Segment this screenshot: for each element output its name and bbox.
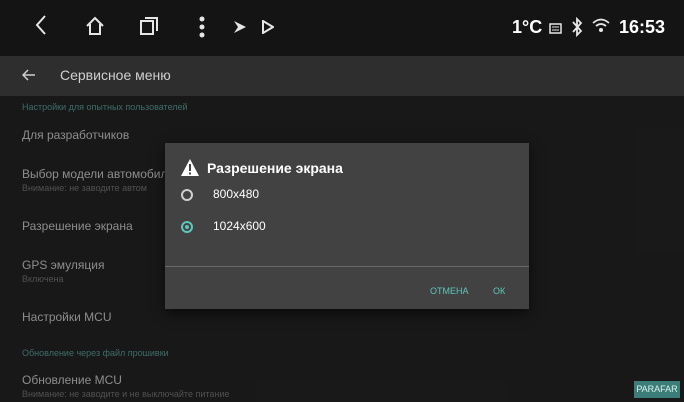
temperature-text: 1°C bbox=[512, 17, 543, 37]
bluetooth-icon bbox=[571, 16, 583, 42]
radio-option-1024x600[interactable]: 1024x600 bbox=[181, 215, 481, 241]
recent-apps-icon[interactable] bbox=[140, 17, 158, 40]
warning-icon bbox=[180, 158, 200, 178]
wifi-icon bbox=[592, 18, 610, 39]
radio-option-label: 800x480 bbox=[213, 187, 260, 201]
home-icon[interactable] bbox=[85, 16, 105, 41]
play-icon bbox=[262, 19, 275, 39]
ok-button[interactable]: ОК bbox=[493, 286, 505, 296]
clock: 16:53 bbox=[619, 17, 666, 37]
back-nav-icon[interactable] bbox=[34, 14, 48, 41]
radio-button-selected[interactable] bbox=[181, 221, 193, 233]
radio-option-label: 1024x600 bbox=[213, 219, 266, 233]
dialog-divider bbox=[165, 266, 529, 267]
message-icon bbox=[549, 21, 562, 39]
status-bar: 1°C 16:53 bbox=[0, 0, 684, 56]
more-vertical-icon[interactable] bbox=[199, 16, 205, 43]
radio-button[interactable] bbox=[181, 189, 193, 201]
page-title: Сервисное меню bbox=[60, 67, 171, 83]
resolution-dialog: Разрешение экрана 800x480 1024x600 ОТМЕН… bbox=[165, 143, 529, 309]
back-arrow-icon[interactable] bbox=[21, 64, 36, 87]
watermark-badge: PARAFAR bbox=[634, 381, 680, 398]
radio-option-800x480[interactable]: 800x480 bbox=[181, 183, 481, 209]
play-store-icon bbox=[233, 20, 247, 39]
app-toolbar: Сервисное меню bbox=[0, 56, 684, 96]
dialog-title: Разрешение экрана bbox=[207, 160, 343, 176]
cancel-button[interactable]: ОТМЕНА bbox=[430, 286, 469, 296]
